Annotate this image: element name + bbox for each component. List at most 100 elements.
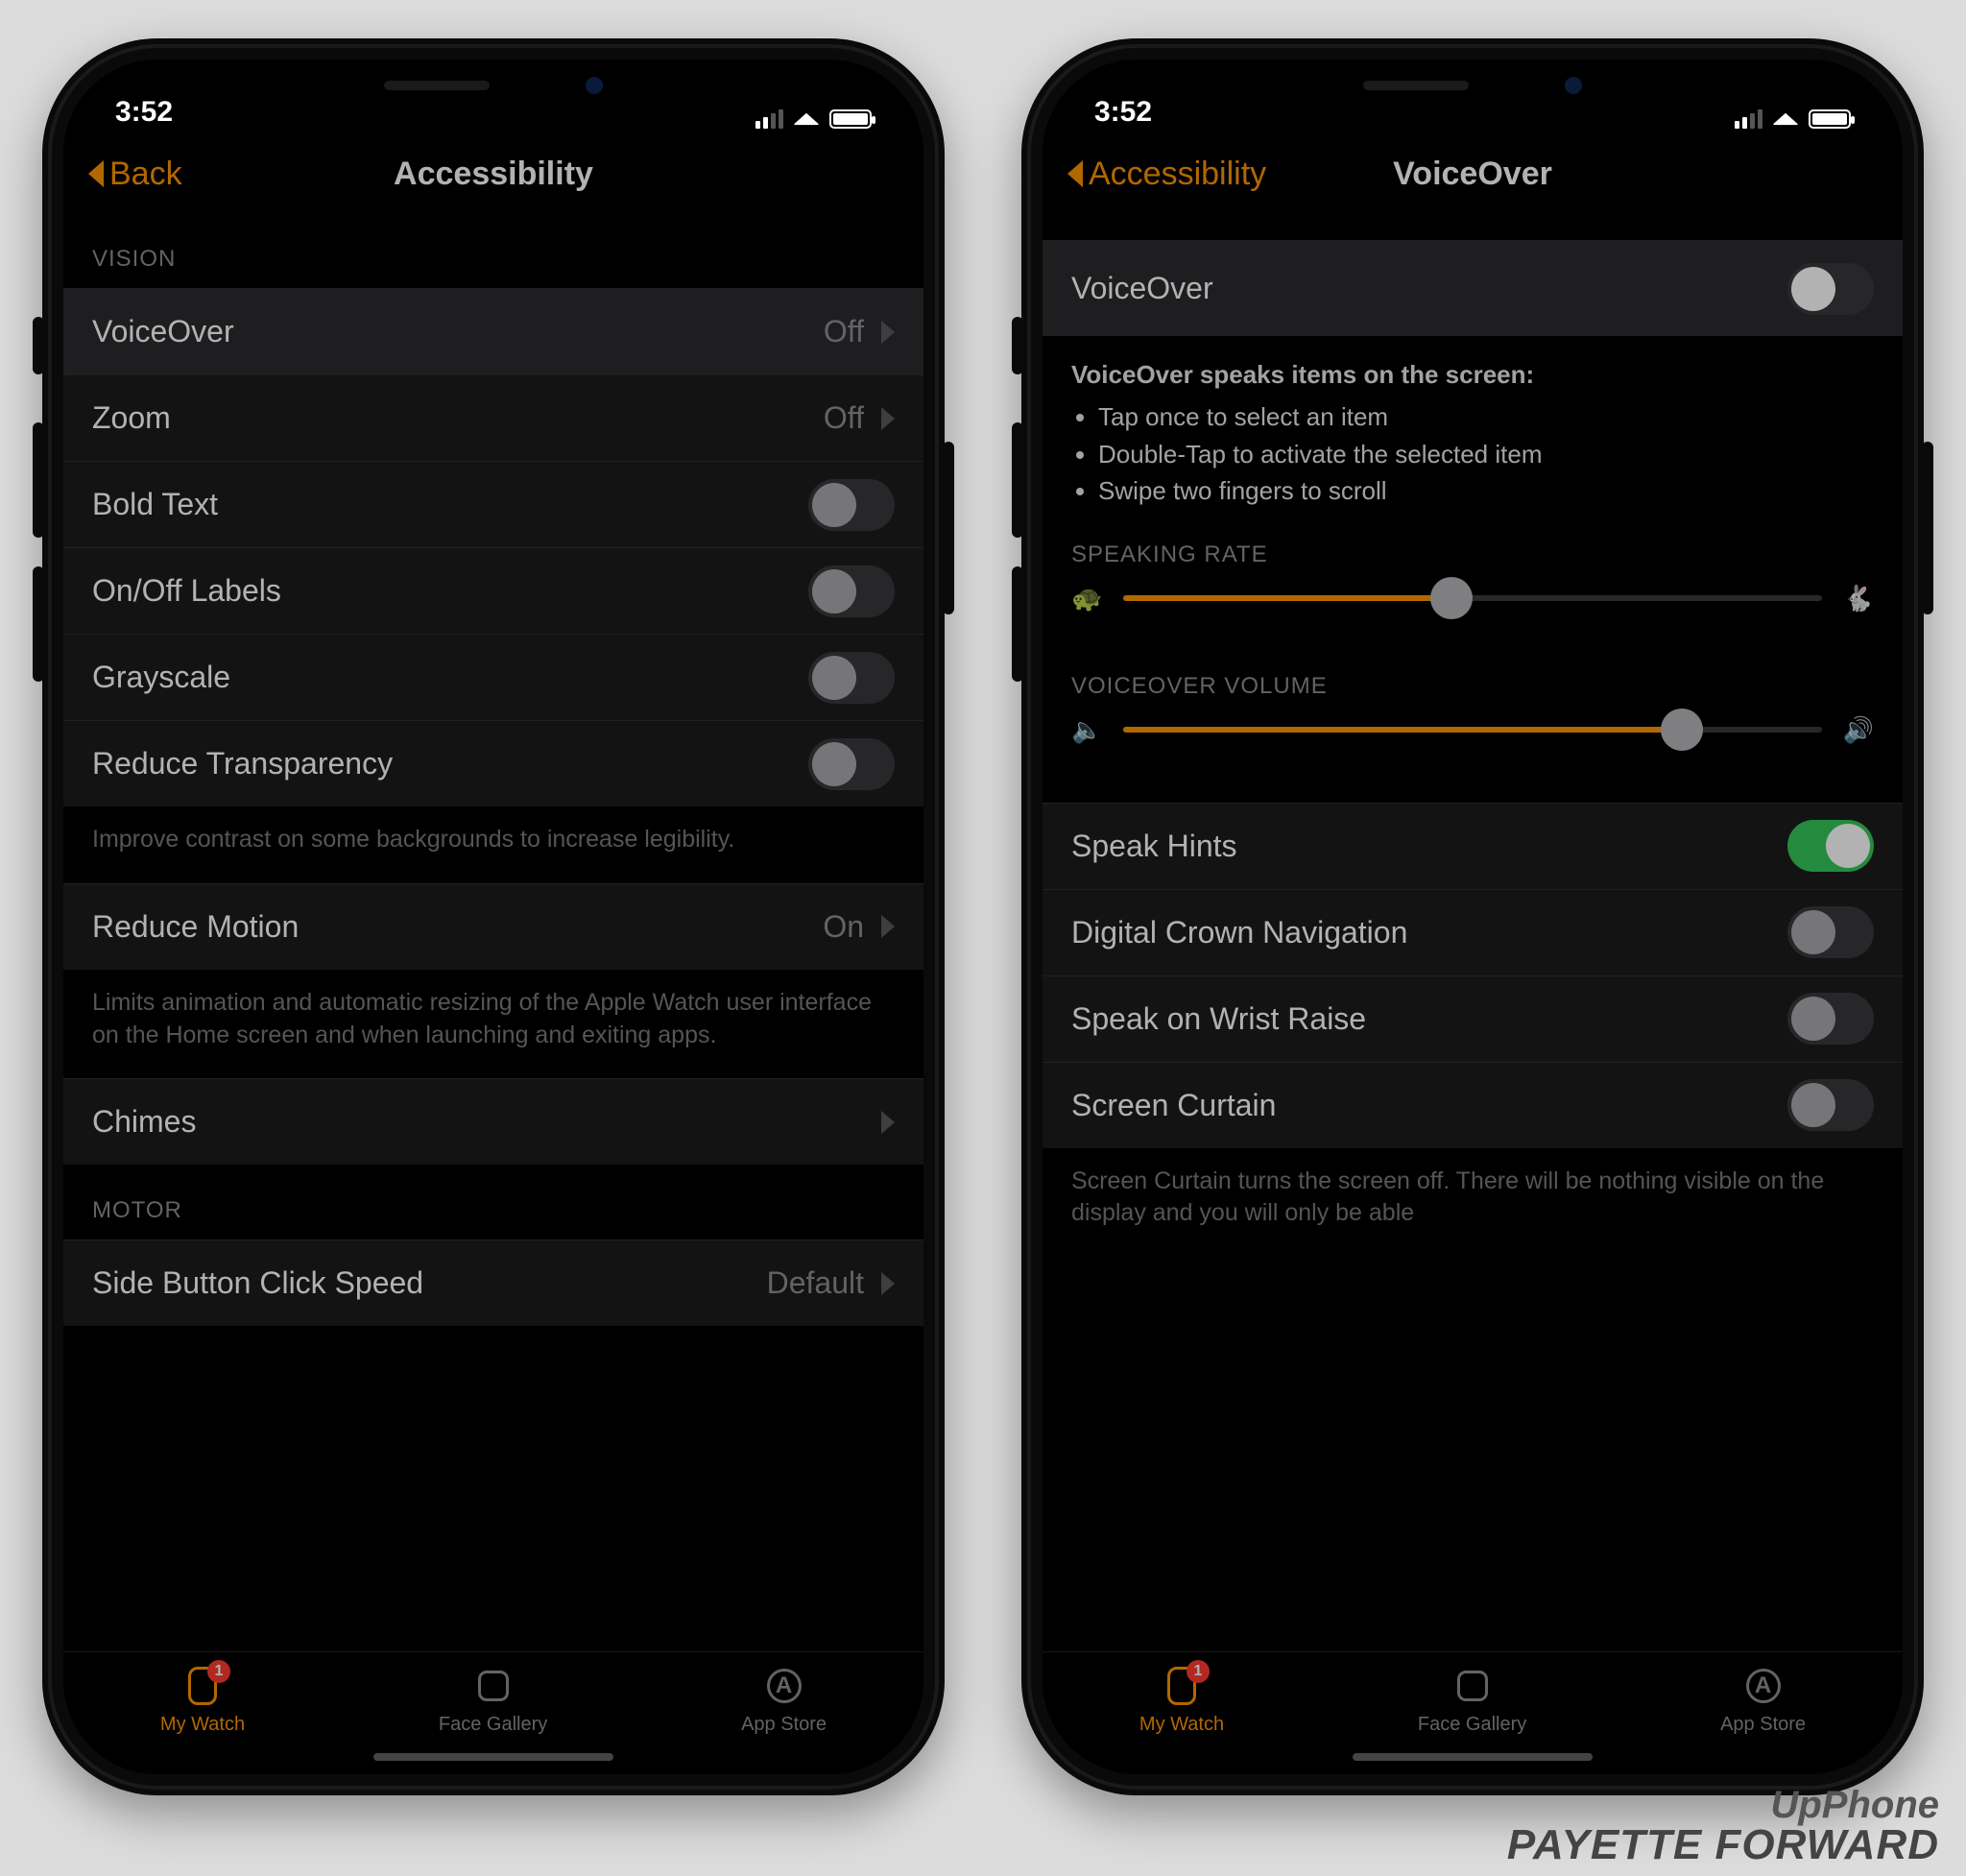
badge: 1 [207, 1660, 230, 1683]
chevron-right-icon [881, 1272, 895, 1295]
row-label: Speak on Wrist Raise [1071, 1001, 1366, 1037]
chevron-left-icon [88, 160, 104, 187]
switch-speak-hints[interactable] [1787, 820, 1874, 872]
app-store-icon: A [767, 1669, 802, 1703]
content-left: VISION VoiceOver Off Zoom Off Bold Text … [63, 213, 923, 1651]
switch-onoff-labels[interactable] [808, 565, 895, 617]
home-indicator[interactable] [1353, 1753, 1593, 1761]
section-header-motor: MOTOR [63, 1165, 923, 1239]
cellular-icon [755, 109, 783, 129]
row-speak-hints[interactable]: Speak Hints [1043, 803, 1903, 889]
section-header-voiceover-volume: VOICEOVER VOLUME [1043, 640, 1903, 715]
cellular-icon [1735, 109, 1762, 129]
slider-knob[interactable] [1661, 709, 1703, 751]
footer-reduce-motion: Limits animation and automatic resizing … [63, 970, 923, 1079]
nav-bar: Accessibility VoiceOver [1043, 134, 1903, 213]
row-label: Grayscale [92, 660, 230, 695]
phone-left: 3:52 Back Accessibility VISION VoiceOver [42, 38, 945, 1795]
home-indicator[interactable] [373, 1753, 613, 1761]
tab-label: App Store [1720, 1714, 1806, 1736]
row-label: Bold Text [92, 487, 218, 522]
battery-icon [829, 109, 872, 129]
chevron-left-icon [1067, 160, 1083, 187]
status-time: 3:52 [115, 96, 173, 129]
tab-label: App Store [741, 1714, 827, 1736]
tab-face-gallery[interactable]: Face Gallery [1418, 1664, 1526, 1736]
row-label: VoiceOver [92, 314, 234, 349]
page-title: Accessibility [394, 156, 593, 193]
row-digital-crown-navigation[interactable]: Digital Crown Navigation [1043, 889, 1903, 975]
footer-screen-curtain: Screen Curtain turns the screen off. The… [1043, 1148, 1903, 1258]
row-value: On [823, 909, 864, 945]
switch-grayscale[interactable] [808, 652, 895, 704]
row-value: Default [767, 1265, 864, 1301]
chevron-right-icon [881, 915, 895, 938]
slider-speaking-rate[interactable]: 🐢 🐇 [1071, 584, 1874, 613]
row-label: Speak Hints [1071, 829, 1237, 864]
back-label: Back [109, 156, 182, 193]
rabbit-icon: 🐇 [1843, 584, 1874, 613]
tab-label: Face Gallery [1418, 1714, 1526, 1736]
tab-app-store[interactable]: A App Store [741, 1664, 827, 1736]
switch-voiceover[interactable] [1787, 263, 1874, 315]
row-grayscale[interactable]: Grayscale [63, 634, 923, 720]
app-store-icon: A [1746, 1669, 1781, 1703]
tab-app-store[interactable]: A App Store [1720, 1664, 1806, 1736]
row-label: Reduce Transparency [92, 746, 393, 782]
row-speak-wrist-raise[interactable]: Speak on Wrist Raise [1043, 975, 1903, 1062]
row-zoom[interactable]: Zoom Off [63, 374, 923, 461]
status-time: 3:52 [1094, 96, 1152, 129]
row-value: Off [824, 314, 864, 349]
tab-label: My Watch [160, 1714, 245, 1736]
row-reduce-transparency[interactable]: Reduce Transparency [63, 720, 923, 806]
row-label: Screen Curtain [1071, 1088, 1276, 1123]
wifi-icon [1772, 113, 1799, 126]
row-bold-text[interactable]: Bold Text [63, 461, 923, 547]
voiceover-description: VoiceOver speaks items on the screen: Ta… [1043, 336, 1903, 509]
switch-bold-text[interactable] [808, 479, 895, 531]
chevron-right-icon [881, 407, 895, 430]
footer-reduce-transparency: Improve contrast on some backgrounds to … [63, 806, 923, 883]
back-label: Accessibility [1089, 156, 1266, 193]
face-gallery-icon [478, 1671, 509, 1701]
row-screen-curtain[interactable]: Screen Curtain [1043, 1062, 1903, 1148]
volume-high-icon: 🔊 [1843, 715, 1874, 745]
row-label: Chimes [92, 1104, 196, 1140]
slider-knob[interactable] [1430, 577, 1473, 619]
back-button[interactable]: Accessibility [1067, 156, 1266, 193]
row-label: Side Button Click Speed [92, 1265, 423, 1301]
watermark: UpPhone PAYETTE FORWARD [1507, 1786, 1939, 1866]
section-header-speaking-rate: SPEAKING RATE [1043, 532, 1903, 584]
tab-my-watch[interactable]: 1 My Watch [1139, 1664, 1224, 1736]
switch-digital-crown-navigation[interactable] [1787, 906, 1874, 958]
battery-icon [1809, 109, 1851, 129]
switch-screen-curtain[interactable] [1787, 1079, 1874, 1131]
section-header-vision: VISION [63, 213, 923, 288]
volume-low-icon: 🔈 [1071, 715, 1102, 745]
switch-reduce-transparency[interactable] [808, 738, 895, 790]
nav-bar: Back Accessibility [63, 134, 923, 213]
content-right: VoiceOver VoiceOver speaks items on the … [1043, 213, 1903, 1651]
turtle-icon: 🐢 [1071, 584, 1102, 613]
badge: 1 [1187, 1660, 1210, 1683]
row-label: On/Off Labels [92, 573, 281, 609]
screen-left: 3:52 Back Accessibility VISION VoiceOver [63, 60, 923, 1774]
chevron-right-icon [881, 1111, 895, 1134]
row-reduce-motion[interactable]: Reduce Motion On [63, 883, 923, 970]
row-onoff-labels[interactable]: On/Off Labels [63, 547, 923, 634]
row-side-button-speed[interactable]: Side Button Click Speed Default [63, 1239, 923, 1326]
page-title: VoiceOver [1393, 156, 1552, 193]
back-button[interactable]: Back [88, 156, 182, 193]
face-gallery-icon [1457, 1671, 1488, 1701]
row-label: Digital Crown Navigation [1071, 915, 1407, 950]
tab-label: Face Gallery [439, 1714, 547, 1736]
row-voiceover[interactable]: VoiceOver Off [63, 288, 923, 374]
row-chimes[interactable]: Chimes [63, 1078, 923, 1165]
switch-speak-wrist-raise[interactable] [1787, 993, 1874, 1045]
row-voiceover-toggle[interactable]: VoiceOver [1043, 240, 1903, 336]
tab-my-watch[interactable]: 1 My Watch [160, 1664, 245, 1736]
tab-face-gallery[interactable]: Face Gallery [439, 1664, 547, 1736]
wifi-icon [793, 113, 820, 126]
slider-voiceover-volume[interactable]: 🔈 🔊 [1071, 715, 1874, 745]
row-label: Reduce Motion [92, 909, 299, 945]
